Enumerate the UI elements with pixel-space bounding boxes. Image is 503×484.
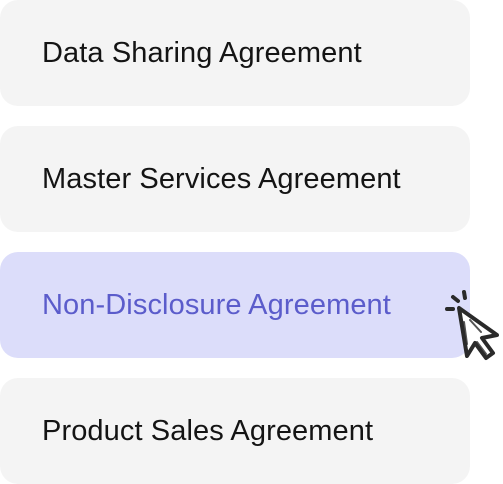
option-label: Non-Disclosure Agreement	[42, 288, 391, 321]
option-product-sales-agreement[interactable]: Product Sales Agreement	[0, 378, 470, 484]
option-label: Product Sales Agreement	[42, 414, 374, 447]
pointer-cursor-icon	[440, 286, 503, 366]
option-data-sharing-agreement[interactable]: Data Sharing Agreement	[0, 0, 470, 106]
option-label: Data Sharing Agreement	[42, 36, 362, 69]
option-master-services-agreement[interactable]: Master Services Agreement	[0, 126, 470, 232]
option-non-disclosure-agreement[interactable]: Non-Disclosure Agreement	[0, 252, 470, 358]
option-label: Master Services Agreement	[42, 162, 401, 195]
agreement-options-list: Data Sharing Agreement Master Services A…	[0, 0, 470, 484]
